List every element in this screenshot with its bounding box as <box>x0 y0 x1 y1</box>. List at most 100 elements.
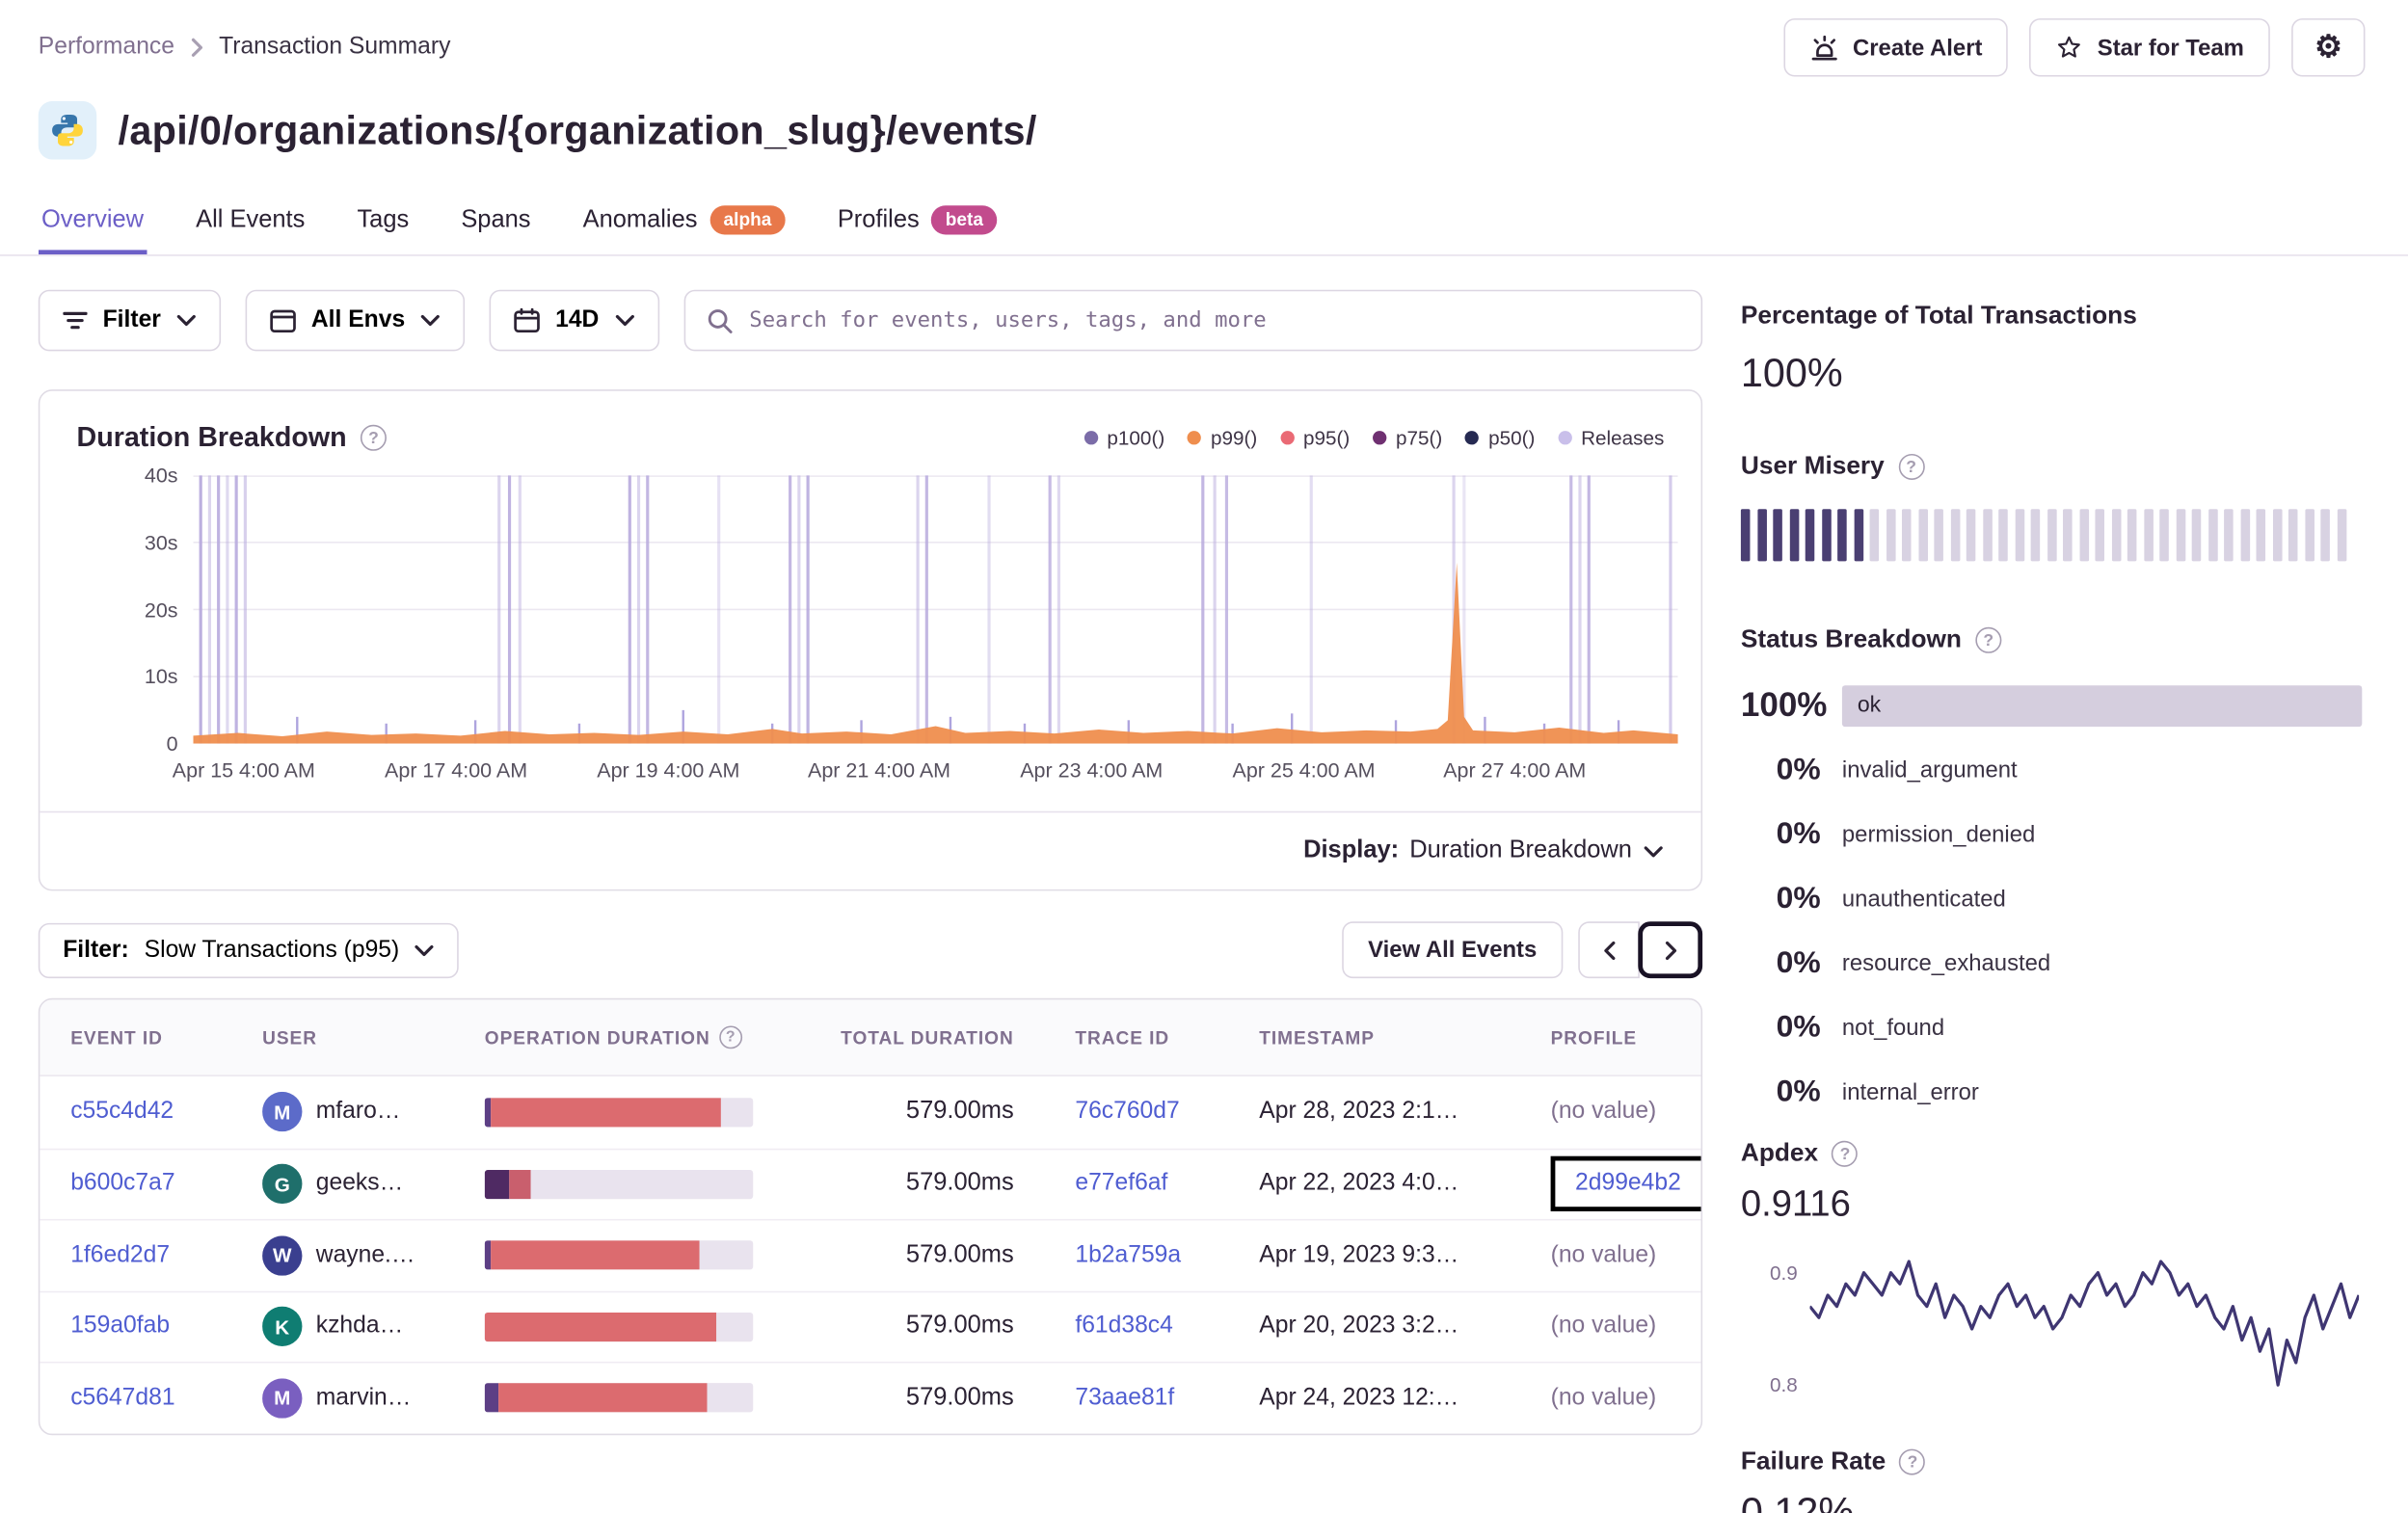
legend-dot <box>1084 431 1098 445</box>
create-alert-button[interactable]: Create Alert <box>1783 18 2009 77</box>
window-icon <box>270 308 296 332</box>
legend-item-p99[interactable]: p99() <box>1188 426 1257 449</box>
environment-selector[interactable]: All Envs <box>245 289 466 352</box>
x-tick-label: Apr 21 4:00 AM <box>807 758 951 783</box>
settings-button[interactable]: ⚙ <box>2291 18 2366 77</box>
operation-duration-cell <box>484 1312 815 1341</box>
profile-link-highlight-box: 2d99e4b2 <box>1550 1156 1701 1212</box>
view-all-events-button[interactable]: View All Events <box>1342 921 1564 979</box>
event-id-cell: b600c7a7 <box>70 1170 262 1198</box>
chevron-down-icon[interactable] <box>1643 844 1664 858</box>
col-timestamp: Timestamp <box>1259 1026 1375 1048</box>
legend-item-Releases[interactable]: Releases <box>1558 426 1664 449</box>
failure-rate-title: Failure Rate <box>1740 1447 1886 1475</box>
legend-label: p75() <box>1396 426 1443 450</box>
misery-tick <box>1998 509 2008 562</box>
misery-tick <box>2095 509 2104 562</box>
trace-id-link[interactable]: 73aae81f <box>1075 1384 1174 1410</box>
y-tick-label: 30s <box>144 530 178 554</box>
calendar-icon <box>514 307 540 333</box>
tab-profiles[interactable]: Profiles beta <box>835 197 1001 254</box>
display-selector[interactable]: Duration Breakdown <box>1409 837 1632 865</box>
tab-overview[interactable]: Overview <box>39 197 147 254</box>
tab-anomalies[interactable]: Anomalies alpha <box>579 197 788 254</box>
status-percentage: 0% <box>1776 881 1821 916</box>
user-name: mfaro… <box>315 1098 401 1125</box>
tab-tags[interactable]: Tags <box>354 197 412 254</box>
tab-badge-beta: beta <box>931 205 998 235</box>
status-label: resource_exhausted <box>1841 949 2051 976</box>
filter-button[interactable]: Filter <box>38 289 221 352</box>
trace-id-link[interactable]: 1b2a759a <box>1075 1241 1181 1267</box>
misery-tick <box>2239 509 2250 562</box>
misery-tick <box>2288 509 2298 562</box>
misery-tick <box>1773 509 1782 562</box>
status-percentage: 0% <box>1776 944 1821 979</box>
misery-tick <box>1805 509 1815 562</box>
timestamp-cell: Apr 24, 2023 12:… <box>1259 1384 1459 1411</box>
breadcrumb-current: Transaction Summary <box>219 34 451 61</box>
star-for-team-button[interactable]: Star for Team <box>2029 18 2270 77</box>
help-icon[interactable]: ? <box>360 424 388 451</box>
apdex-axis-label: 0.9 <box>1770 1261 1798 1285</box>
tab-all-events[interactable]: All Events <box>193 197 308 254</box>
legend-label: Releases <box>1581 426 1665 450</box>
misery-tick <box>2143 509 2154 562</box>
event-id-link[interactable]: 159a0fab <box>70 1313 170 1339</box>
failure-rate-value: 0.12% <box>1740 1488 1855 1513</box>
misery-tick <box>1886 509 1895 562</box>
legend-item-p50[interactable]: p50() <box>1465 426 1535 449</box>
search-bar[interactable] <box>682 289 1703 352</box>
help-icon[interactable]: ? <box>719 1025 743 1049</box>
date-range-selector[interactable]: 14D <box>489 289 659 352</box>
misery-tick <box>2337 509 2346 562</box>
avatar: G <box>262 1164 303 1205</box>
trace-id-link[interactable]: 76c760d7 <box>1075 1099 1179 1125</box>
misery-tick <box>1917 509 1928 562</box>
timestamp-cell: Apr 19, 2023 9:3… <box>1259 1241 1459 1268</box>
legend-item-p100[interactable]: p100() <box>1084 426 1164 449</box>
star-icon <box>2056 34 2084 62</box>
event-id-link[interactable]: c5647d81 <box>70 1384 174 1410</box>
trace-id-cell: 1b2a759a <box>1014 1241 1260 1269</box>
event-id-link[interactable]: b600c7a7 <box>70 1170 174 1196</box>
status-row-permission_denied: 0% permission_denied <box>1741 802 2362 866</box>
avatar: W <box>262 1235 303 1276</box>
topbar: Performance Transaction Summary Create A… <box>0 0 2408 77</box>
view-all-events-label: View All Events <box>1368 937 1538 964</box>
help-icon[interactable]: ? <box>1898 453 1925 481</box>
user-misery-bars <box>1740 509 2362 562</box>
profile-no-value: (no value) <box>1550 1384 1657 1411</box>
operation-duration-cell <box>484 1240 815 1270</box>
duration-chart[interactable]: 40s 30s 20s 10s 0 <box>145 464 1678 756</box>
trace-id-link[interactable]: f61d38c4 <box>1075 1313 1172 1339</box>
misery-tick <box>2030 509 2041 562</box>
help-icon[interactable]: ? <box>1975 626 2002 653</box>
event-id-link[interactable]: c55c4d42 <box>70 1099 174 1125</box>
operation-duration-bar <box>484 1312 754 1341</box>
tab-spans[interactable]: Spans <box>458 197 534 254</box>
misery-tick <box>1821 509 1831 562</box>
breadcrumb-parent[interactable]: Performance <box>39 34 174 62</box>
help-icon[interactable]: ? <box>1832 1140 1859 1167</box>
next-page-button[interactable] <box>1638 921 1703 979</box>
legend-dot <box>1373 431 1387 445</box>
help-icon[interactable]: ? <box>1899 1448 1926 1475</box>
legend-item-p75[interactable]: p75() <box>1373 426 1442 449</box>
misery-tick <box>2014 509 2024 562</box>
event-id-link[interactable]: 1f6ed2d7 <box>70 1241 170 1267</box>
trace-id-link[interactable]: e77ef6af <box>1075 1170 1167 1196</box>
misery-tick <box>1756 509 1767 562</box>
search-input[interactable] <box>749 307 1680 333</box>
misery-tick <box>1982 509 1993 562</box>
events-controls: View All Events <box>1342 921 1703 979</box>
legend-item-p95[interactable]: p95() <box>1280 426 1350 449</box>
x-tick-label: Apr 19 4:00 AM <box>597 758 740 783</box>
previous-page-button[interactable] <box>1578 921 1640 979</box>
profile-link[interactable]: 2d99e4b2 <box>1575 1170 1681 1196</box>
page-title: /api/0/organizations/{organization_slug}… <box>118 106 1037 153</box>
transactions-filter-dropdown[interactable]: Filter: Slow Transactions (p95) <box>38 922 460 978</box>
misery-tick <box>1789 509 1799 562</box>
breadcrumb: Performance Transaction Summary <box>39 34 451 62</box>
chart-legend: p100() p99() p95() p75() p50() Releases <box>1084 426 1664 449</box>
